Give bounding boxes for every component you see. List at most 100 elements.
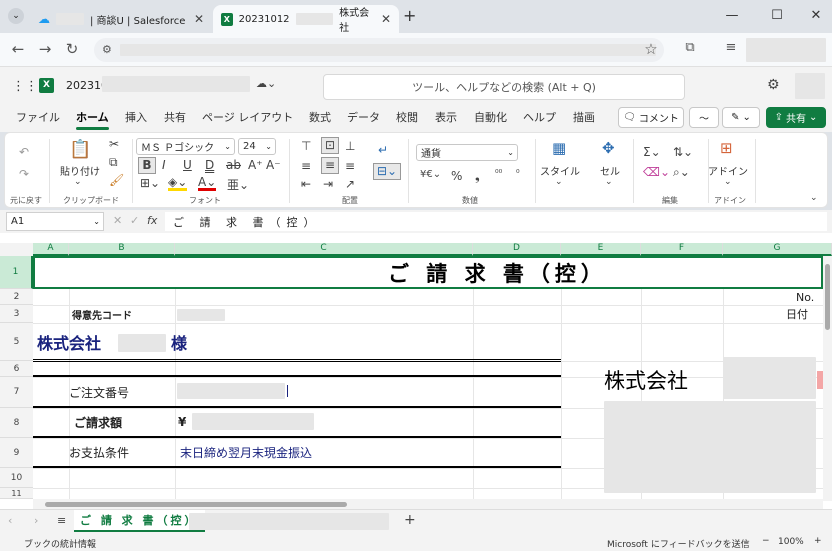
- new-tab-button[interactable]: +: [403, 6, 416, 25]
- sheet-tab-invoice[interactable]: ご 請 求 書（控）: [74, 510, 205, 532]
- maximize-icon[interactable]: ☐: [767, 8, 787, 23]
- italic-button[interactable]: I: [162, 158, 166, 172]
- billing-amount-value[interactable]: [192, 413, 314, 430]
- ribbon-collapse-icon[interactable]: ⌄: [810, 193, 818, 203]
- addins-icon[interactable]: ⊞: [720, 139, 733, 157]
- row-header-8[interactable]: 8: [0, 408, 33, 438]
- issuer-company-prefix[interactable]: 株式会社: [604, 363, 688, 397]
- feedback-link[interactable]: Microsoft にフィードバックを送信: [607, 537, 750, 550]
- row-header-3[interactable]: 3: [0, 305, 33, 323]
- wrap-text-icon[interactable]: ↵: [378, 143, 388, 157]
- close-tab-icon[interactable]: ✕: [194, 12, 204, 26]
- indent-decrease-icon[interactable]: ⇤: [301, 177, 311, 191]
- sheet-next-icon[interactable]: ›: [34, 514, 38, 527]
- tab-automate[interactable]: 自動化: [474, 109, 507, 125]
- decrease-font-icon[interactable]: A⁻: [266, 158, 281, 172]
- url-input[interactable]: ⚙: [94, 38, 664, 62]
- tab-page-layout[interactable]: ページ レイアウト: [202, 109, 293, 125]
- select-all-corner[interactable]: [0, 243, 33, 256]
- insert-function-icon[interactable]: fx: [147, 214, 157, 227]
- zoom-level[interactable]: 100%: [778, 537, 804, 547]
- row-header-7[interactable]: 7: [0, 377, 33, 408]
- merge-center-icon[interactable]: ⊟⌄: [373, 163, 401, 180]
- styles-icon[interactable]: ▦: [552, 139, 566, 157]
- confirm-icon[interactable]: ✓: [130, 214, 139, 227]
- tab-data[interactable]: データ: [347, 109, 380, 125]
- customer-code-value[interactable]: [177, 309, 225, 321]
- undo-icon[interactable]: ↶: [19, 145, 29, 159]
- underline-button[interactable]: U: [183, 158, 192, 172]
- issuer-company-name[interactable]: [723, 357, 816, 399]
- redo-icon[interactable]: ↷: [19, 167, 29, 181]
- tab-home[interactable]: ホーム: [76, 109, 109, 130]
- sheet-prev-icon[interactable]: ‹: [8, 514, 12, 527]
- font-name-select[interactable]: ＭＳ Ｐゴシック ⌄: [136, 138, 235, 155]
- increase-font-icon[interactable]: A⁺: [248, 158, 263, 172]
- customer-company-name[interactable]: [118, 334, 166, 352]
- name-box[interactable]: A1 ⌄: [6, 212, 104, 231]
- styles-label[interactable]: スタイル: [539, 163, 581, 178]
- browser-tab-excel[interactable]: X 20231012 株式会社 ✕: [213, 5, 399, 34]
- search-box[interactable]: ツール、ヘルプなどの検索 (Alt + Q): [323, 74, 685, 100]
- row-header-11[interactable]: 11: [0, 488, 33, 499]
- strikethrough-button[interactable]: ab: [226, 158, 241, 172]
- zoom-out-icon[interactable]: −: [762, 536, 770, 546]
- reload-icon[interactable]: ↻: [62, 40, 82, 58]
- align-left-icon[interactable]: ≡: [301, 159, 311, 173]
- comma-style-icon[interactable]: ❟: [475, 169, 480, 184]
- font-color-icon[interactable]: A⌄: [198, 176, 217, 191]
- addins-dropdown-icon[interactable]: ⌄: [724, 177, 732, 187]
- forward-icon[interactable]: →: [35, 40, 55, 58]
- sheet-tab-redacted[interactable]: [189, 513, 389, 530]
- settings-gear-icon[interactable]: ⚙: [767, 77, 780, 93]
- add-sheet-icon[interactable]: +: [404, 512, 416, 528]
- bold-button[interactable]: B: [138, 157, 156, 174]
- copy-icon[interactable]: ⧉: [109, 155, 118, 170]
- number-format-select[interactable]: 通貨 ⌄: [416, 144, 518, 161]
- find-icon[interactable]: ⌕⌄: [673, 165, 690, 180]
- cells-icon[interactable]: ✥: [602, 139, 615, 157]
- workbook-stats[interactable]: ブックの統計情報: [24, 537, 96, 550]
- align-right-icon[interactable]: ≡: [345, 159, 355, 173]
- close-tab-icon[interactable]: ✕: [381, 12, 391, 26]
- row-header-10[interactable]: 10: [0, 468, 33, 488]
- tab-review[interactable]: 校閲: [396, 109, 418, 125]
- formula-input[interactable]: ご 請 求 書（控）: [165, 212, 827, 231]
- tab-share[interactable]: 共有: [164, 109, 186, 125]
- vertical-scroll-thumb[interactable]: [825, 264, 830, 330]
- tab-formulas[interactable]: 数式: [309, 109, 331, 125]
- customer-company-prefix[interactable]: 株式会社: [37, 323, 101, 361]
- align-center-icon[interactable]: ≡: [321, 157, 339, 174]
- minimize-icon[interactable]: —: [722, 8, 742, 23]
- back-icon[interactable]: ←: [8, 40, 28, 58]
- fill-color-icon[interactable]: ◈⌄: [168, 176, 188, 191]
- column-header-g[interactable]: G: [723, 243, 832, 256]
- column-header-d[interactable]: D: [473, 243, 561, 256]
- app-launcher-icon[interactable]: ⋮⋮: [12, 79, 38, 94]
- align-top-icon[interactable]: ⊤: [301, 139, 311, 153]
- autosum-icon[interactable]: Σ⌄: [643, 145, 661, 159]
- row-header-9[interactable]: 9: [0, 438, 33, 468]
- search-input[interactable]: ツール、ヘルプなどの検索 (Alt + Q): [412, 79, 596, 95]
- column-header-b[interactable]: B: [69, 243, 175, 256]
- order-no-value[interactable]: [177, 383, 285, 399]
- tab-help[interactable]: ヘルプ: [523, 109, 556, 125]
- format-painter-icon[interactable]: 🖌: [109, 173, 124, 187]
- profile-area[interactable]: [746, 38, 826, 62]
- styles-dropdown-icon[interactable]: ⌄: [555, 177, 563, 187]
- comments-button[interactable]: 🗨 コメント: [618, 107, 684, 128]
- percent-icon[interactable]: %: [451, 169, 462, 183]
- tab-draw[interactable]: 描画: [573, 109, 595, 125]
- share-button[interactable]: ⇪ 共有 ⌄: [766, 107, 826, 128]
- increase-decimal-icon[interactable]: ⁰⁰: [495, 169, 502, 179]
- align-bottom-icon[interactable]: ⊥: [345, 139, 355, 153]
- extensions-icon[interactable]: ⧉: [680, 40, 700, 55]
- payment-terms-value[interactable]: 末日締め翌月末現金振込: [180, 438, 312, 466]
- row-header-1[interactable]: 1: [0, 256, 33, 289]
- addins-label[interactable]: アドイン: [707, 163, 749, 178]
- font-size-select[interactable]: 24 ⌄: [238, 138, 276, 155]
- bookmark-star-icon[interactable]: ☆: [641, 40, 661, 58]
- indent-increase-icon[interactable]: ⇥: [323, 177, 333, 191]
- column-header-e[interactable]: E: [561, 243, 641, 256]
- cut-icon[interactable]: ✂: [109, 137, 119, 151]
